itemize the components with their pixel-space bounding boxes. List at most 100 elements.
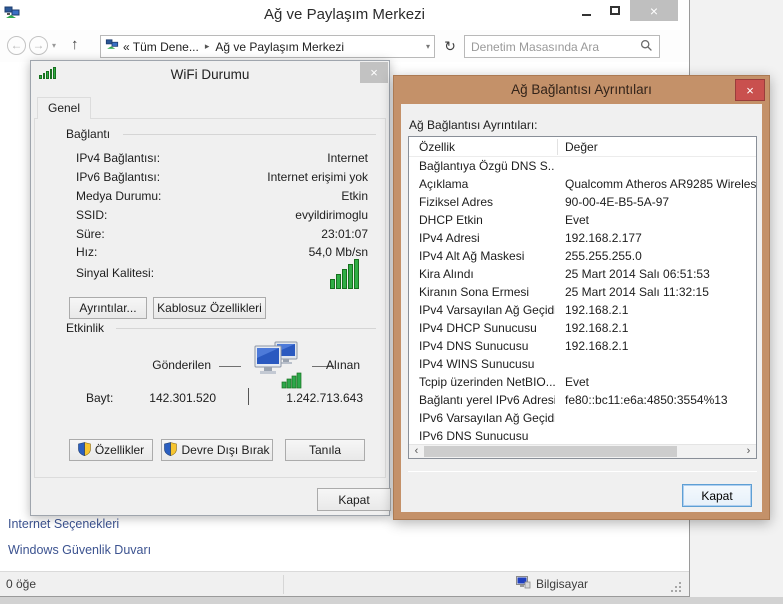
connection-row-value: evyildirimoglu [295,208,368,222]
detail-row[interactable]: Fiziksel Adres90-00-4E-B5-5A-97 [409,193,756,211]
wifi-dialog-title: WiFi Durumu [31,67,389,82]
detail-row[interactable]: IPv4 Adresi192.168.2.177 [409,229,756,247]
wifi-status-dialog: WiFi Durumu × Genel Bağlantı IPv4 Bağlan… [30,60,390,516]
wireless-properties-button[interactable]: Kablosuz Özellikleri [153,297,266,319]
up-icon[interactable]: ↑ [71,36,79,53]
resize-grip[interactable] [671,582,681,592]
bytes-received-value: 1.242.713.643 [261,391,363,405]
scrollbar-thumb[interactable] [424,446,677,457]
detail-row[interactable]: IPv4 DNS Sunucusu192.168.2.1 [409,337,756,355]
item-count: 0 öğe [6,577,36,591]
received-label: Alınan [326,358,360,372]
detail-value: 25 Mart 2014 Salı 06:51:53 [555,267,756,281]
details-dialog-body: Ağ Bağlantısı Ayrıntıları: Özellik Değer… [401,104,762,512]
activity-group-line [116,328,376,329]
title-bar: Ağ ve Paylaşım Merkezi × [0,0,689,30]
detail-property: IPv4 Adresi [409,231,555,245]
bytes-divider [248,388,249,405]
detail-row[interactable]: Bağlantı yerel IPv6 Adresife80::bc11:e6a… [409,391,756,409]
detail-row[interactable]: DHCP EtkinEvet [409,211,756,229]
details-listview: Özellik Değer Bağlantıya Özgü DNS S...Aç… [408,136,757,459]
detail-property: IPv6 Varsayılan Ağ Geçidi [409,411,555,425]
network-details-dialog: Ağ Bağlantısı Ayrıntıları × Ağ Bağlantıs… [393,75,770,520]
minimize-button[interactable] [572,0,600,21]
connection-row-label: Hız: [76,245,97,259]
link-windows-firewall[interactable]: Windows Güvenlik Duvarı [8,543,151,557]
connection-row-value: 23:01:07 [321,227,368,241]
column-divider[interactable] [557,139,558,155]
column-header-value[interactable]: Değer [565,140,598,154]
footer-separator [408,471,757,472]
computers-activity-icon [249,338,305,393]
connection-row-value: 54,0 Mb/sn [309,245,368,259]
refresh-icon[interactable]: ↻ [440,35,460,58]
details-kapat-button[interactable]: Kapat [682,484,752,507]
address-bar[interactable]: « Tüm Dene... ▸ Ağ ve Paylaşım Merkezi ▾ [100,35,435,58]
detail-property: Kiranın Sona Ermesi [409,285,555,299]
detail-value: 90-00-4E-B5-5A-97 [555,195,756,209]
connection-row-label: IPv4 Bağlantısı: [76,151,160,165]
connection-row-label: SSID: [76,208,107,222]
history-dropdown-icon[interactable]: ▾ [52,41,56,50]
detail-row[interactable]: Kira Alındı25 Mart 2014 Salı 06:51:53 [409,265,756,283]
wifi-close-icon[interactable]: × [360,62,388,83]
detail-property: IPv4 WINS Sunucusu [409,357,555,371]
listview-header: Özellik Değer [409,137,756,157]
detail-property: Açıklama [409,177,555,191]
detail-row[interactable]: IPv4 WINS Sunucusu [409,355,756,373]
horizontal-scrollbar[interactable]: ‹ › [409,444,756,458]
connection-group-line [123,134,376,135]
detail-value: Qualcomm Atheros AR9285 Wireless Netw [555,177,756,191]
column-header-property[interactable]: Özellik [419,140,455,154]
search-icon[interactable] [640,39,653,55]
scroll-right-icon[interactable]: › [741,445,756,458]
detail-property: IPv4 Varsayılan Ağ Geçidi [409,303,555,317]
signal-quality-bars-icon [330,259,359,289]
detail-value: 255.255.255.0 [555,249,756,263]
detail-row[interactable]: IPv6 DNS Sunucusu [409,427,756,445]
diagnose-button[interactable]: Tanıla [285,439,365,461]
computer-status: Bilgisayar [516,576,588,592]
navigation-toolbar: ← → ▾ ↑ « Tüm Dene... ▸ Ağ ve Paylaşım M… [0,30,689,62]
wifi-kapat-button[interactable]: Kapat [317,488,391,511]
detail-property: DHCP Etkin [409,213,555,227]
link-internet-options[interactable]: Internet Seçenekleri [8,517,119,531]
detail-row[interactable]: IPv4 DHCP Sunucusu192.168.2.1 [409,319,756,337]
detail-property: IPv4 DNS Sunucusu [409,339,555,353]
detail-value: 192.168.2.1 [555,339,756,353]
disable-button[interactable]: Devre Dışı Bırak [161,439,273,461]
detail-value: 192.168.2.1 [555,303,756,317]
activity-group-label: Etkinlik [66,321,104,335]
details-button[interactable]: Ayrıntılar... [69,297,147,319]
properties-button[interactable]: Özellikler [69,439,153,461]
search-input[interactable] [471,40,640,54]
detail-row[interactable]: AçıklamaQualcomm Atheros AR9285 Wireless… [409,175,756,193]
forward-icon[interactable]: → [29,36,48,55]
detail-row[interactable]: Kiranın Sona Ermesi25 Mart 2014 Salı 11:… [409,283,756,301]
back-icon[interactable]: ← [7,36,26,55]
connection-row: Süre:23:01:07 [76,224,368,243]
breadcrumb-current[interactable]: Ağ ve Paylaşım Merkezi [215,40,344,54]
sent-label: Gönderilen [131,358,211,372]
details-close-icon[interactable]: × [735,79,765,101]
detail-row[interactable]: Tcpip üzerinden NetBIO...Evet [409,373,756,391]
signal-quality-label: Sinyal Kalitesi: [76,266,154,280]
maximize-button[interactable] [601,0,629,21]
tab-genel[interactable]: Genel [37,97,91,119]
disable-button-label: Devre Dışı Bırak [181,443,269,457]
address-network-icon [105,39,119,55]
detail-row[interactable]: IPv4 Varsayılan Ağ Geçidi192.168.2.1 [409,301,756,319]
wifi-title-bar: WiFi Durumu × [31,61,389,88]
scroll-left-icon[interactable]: ‹ [409,445,424,458]
details-dialog-title: Ağ Bağlantısı Ayrıntıları [394,82,769,97]
detail-row[interactable]: IPv6 Varsayılan Ağ Geçidi [409,409,756,427]
detail-row[interactable]: Bağlantıya Özgü DNS S... [409,157,756,175]
close-button[interactable]: × [630,0,678,21]
breadcrumb-root[interactable]: « Tüm Dene... [123,40,199,54]
detail-value: 192.168.2.1 [555,321,756,335]
detail-row[interactable]: IPv4 Alt Ağ Maskesi255.255.255.0 [409,247,756,265]
address-dropdown-icon[interactable]: ▾ [426,42,430,51]
computer-label: Bilgisayar [536,577,588,591]
connection-row-value: Internet [327,151,368,165]
bytes-label: Bayt: [86,391,113,405]
